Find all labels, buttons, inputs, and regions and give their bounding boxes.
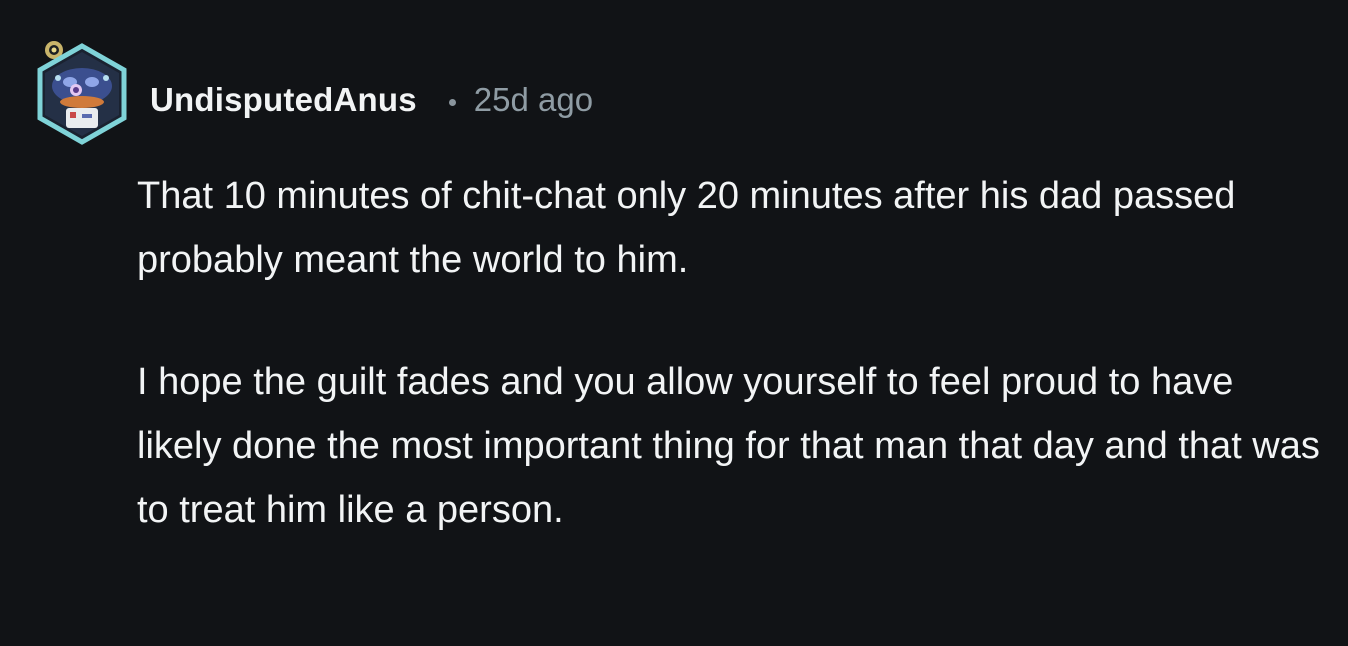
comment-card: UndisputedAnus 25d ago That 10 minutes o… bbox=[0, 0, 1348, 646]
username-link[interactable]: UndisputedAnus bbox=[150, 81, 417, 119]
comment-paragraph: I hope the guilt fades and you allow you… bbox=[137, 361, 1320, 531]
separator-dot bbox=[448, 98, 456, 106]
comment-header: UndisputedAnus 25d ago bbox=[150, 78, 593, 122]
user-avatar-icon bbox=[37, 41, 127, 145]
timestamp[interactable]: 25d ago bbox=[474, 81, 593, 119]
avatar[interactable] bbox=[30, 38, 134, 148]
comment-paragraph: That 10 minutes of chit-chat only 20 min… bbox=[137, 175, 1236, 281]
comment-body: That 10 minutes of chit-chat only 20 min… bbox=[137, 164, 1327, 542]
